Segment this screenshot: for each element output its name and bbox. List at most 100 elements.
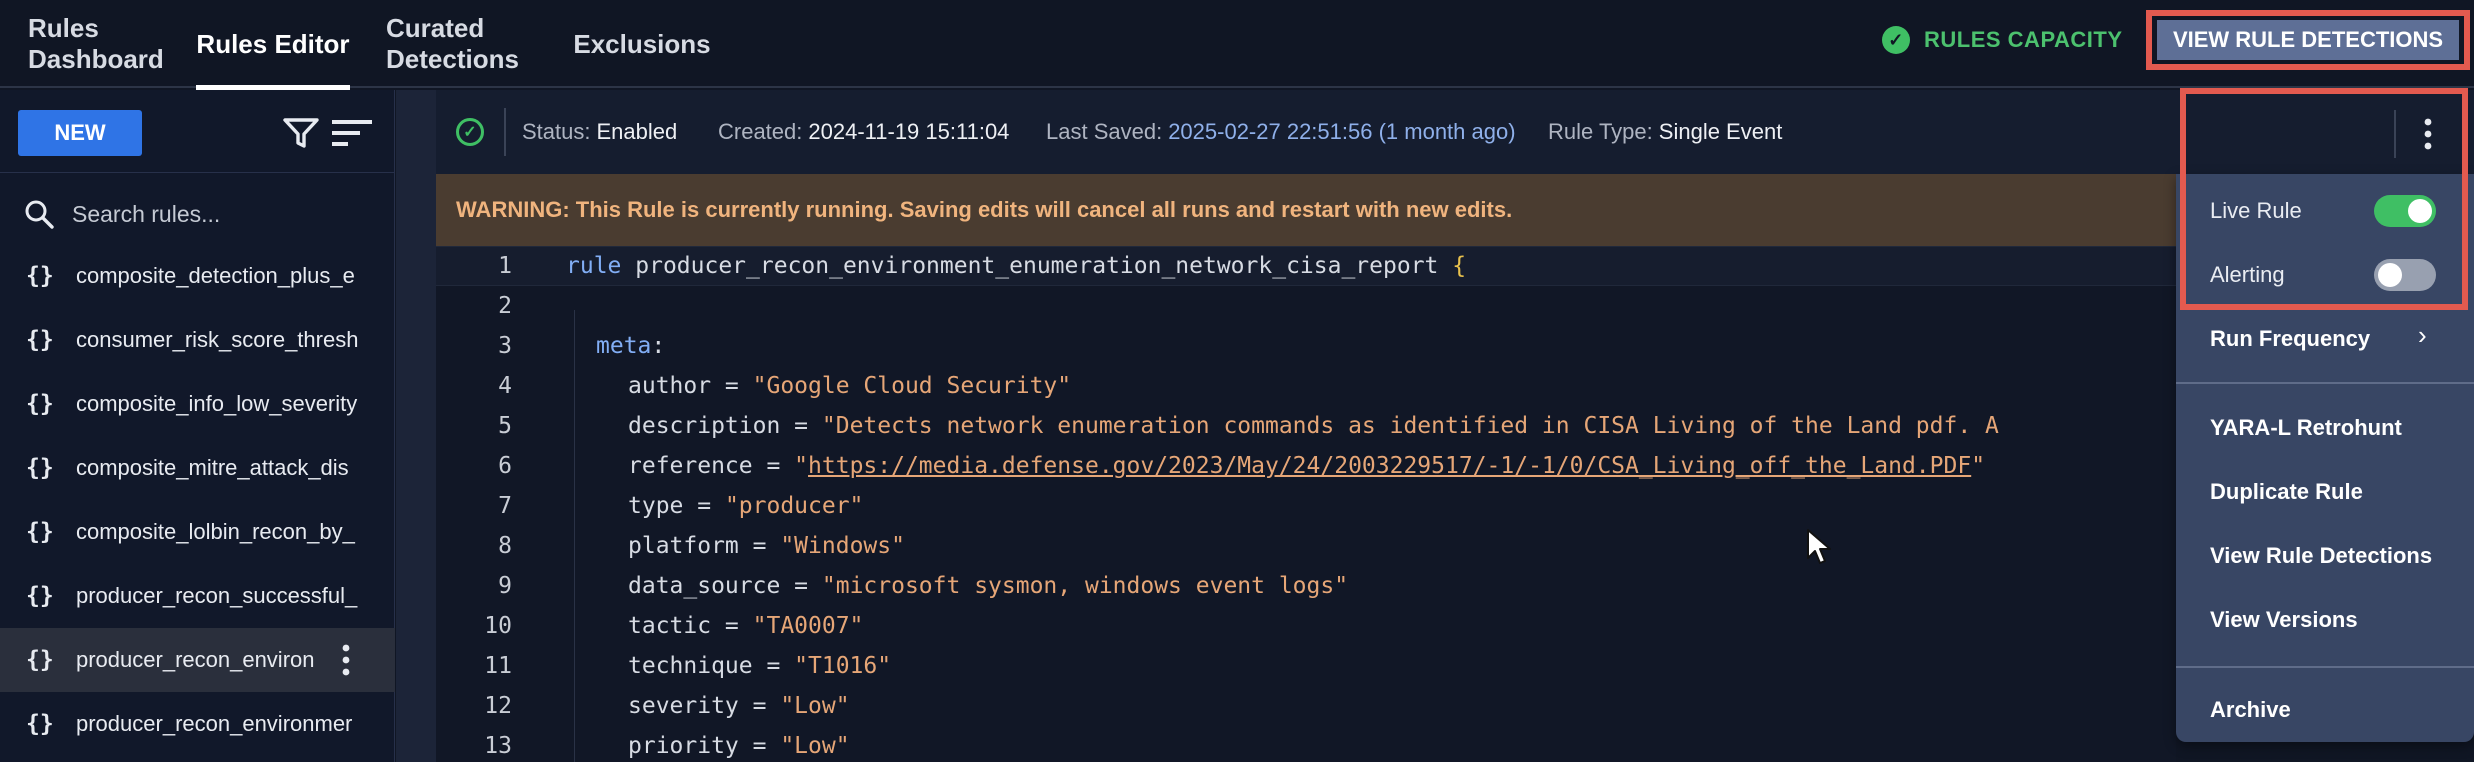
braces-icon: {}	[26, 327, 54, 353]
divider	[0, 172, 395, 173]
code-line: 4 author = "Google Cloud Security"	[436, 366, 2176, 406]
rule-name: composite_info_low_severity	[76, 391, 358, 416]
rule-list-item[interactable]: {} producer_recon_environmer	[0, 692, 395, 756]
code-line: 10 tactic = "TA0007"	[436, 606, 2176, 646]
meta-key: severity =	[628, 693, 781, 719]
duplicate-rule-item[interactable]: Duplicate Rule	[2176, 462, 2474, 522]
running-warning-banner: WARNING: This Rule is currently running.…	[436, 174, 2176, 246]
braces-icon: {}	[26, 647, 54, 673]
last-saved-label: Last Saved:	[1046, 119, 1163, 144]
code-line: 13 priority = "Low"	[436, 726, 2176, 762]
search-row	[0, 174, 395, 254]
run-frequency-label: Run Frequency	[2210, 326, 2371, 351]
rule-list-item[interactable]: {} composite_info_low_severity	[0, 372, 395, 436]
more-options-icon[interactable]	[336, 642, 356, 678]
menu-item-label: View Rule Detections	[2210, 543, 2433, 568]
chevron-right-icon: ›	[2418, 320, 2427, 350]
reference-link[interactable]: https://media.defense.gov/2023/May/24/20…	[808, 453, 1971, 479]
line-number: 1	[498, 253, 512, 279]
tab-curated-detections[interactable]: Curated Detections	[386, 0, 538, 88]
tab-exclusions[interactable]: Exclusions	[573, 0, 710, 88]
menu-item-label: View Versions	[2210, 607, 2358, 632]
run-frequency-item[interactable]: Run Frequency	[2176, 309, 2474, 369]
tab-label: Curated Detections	[386, 13, 519, 74]
rule-name: producer_recon_environ	[76, 647, 315, 672]
created-field: Created: 2024-11-19 15:11:04	[718, 90, 1009, 174]
status-label: Status:	[522, 119, 591, 144]
view-rule-detections-button[interactable]: VIEW RULE DETECTIONS	[2157, 20, 2459, 60]
line-number: 8	[498, 533, 512, 559]
rule-name: composite_mitre_attack_dis	[76, 455, 349, 480]
code-line: 11 technique = "T1016"	[436, 646, 2176, 686]
rule-name: producer_recon_environmer	[76, 711, 353, 736]
meta-value: "Low"	[780, 693, 850, 719]
live-rule-toggle[interactable]	[2374, 195, 2436, 227]
rule-list-item[interactable]: {} composite_lolbin_recon_by_	[0, 500, 395, 564]
braces-icon: {}	[26, 711, 54, 737]
rules-capacity[interactable]: ✓ RULES CAPACITY	[1882, 0, 2123, 80]
rule-list-item[interactable]: {} consumer_risk_score_thresh	[0, 308, 395, 372]
sort-icon[interactable]	[330, 116, 374, 150]
rule-list-item[interactable]: {} composite_detection_plus_e	[0, 244, 395, 308]
rule-list-item[interactable]: {} producer_recon_successful_	[0, 564, 395, 628]
code-line: 9 data_source = "microsoft sysmon, windo…	[436, 566, 2176, 606]
meta-key: data_source =	[628, 573, 822, 599]
view-rule-detections-item[interactable]: View Rule Detections	[2176, 526, 2474, 586]
alerting-label: Alerting	[2210, 262, 2285, 287]
menu-item-label: Archive	[2210, 697, 2291, 722]
mouse-cursor-icon	[1807, 529, 1831, 564]
meta-value: "T1016"	[794, 653, 892, 679]
line-number: 4	[498, 373, 512, 399]
code-line: 2	[436, 286, 2176, 326]
braces-icon: {}	[26, 455, 54, 481]
search-input[interactable]	[72, 200, 382, 228]
more-options-icon[interactable]	[2420, 116, 2436, 152]
rules-sidebar: NEW {} composite_detection_plus_e {} con…	[0, 90, 395, 762]
meta-key: description =	[628, 413, 822, 439]
rule-type-field: Rule Type: Single Event	[1548, 90, 1782, 174]
meta-value: "Windows"	[780, 533, 905, 559]
meta-colon: :	[651, 333, 666, 359]
meta-value: "TA0007"	[752, 613, 864, 639]
tab-rules-dashboard[interactable]: Rules Dashboard	[28, 0, 168, 88]
quote: "	[794, 453, 809, 479]
rule-name: composite_detection_plus_e	[76, 263, 355, 288]
rule-type-label: Rule Type:	[1548, 119, 1653, 144]
archive-item[interactable]: Archive	[2176, 680, 2474, 740]
line-number: 3	[498, 333, 512, 359]
sidebar-resize-strip[interactable]	[396, 90, 436, 762]
tab-rules-editor[interactable]: Rules Editor	[196, 0, 350, 90]
created-label: Created:	[718, 119, 803, 144]
filter-icon[interactable]	[282, 116, 320, 150]
last-saved-value: 2025-02-27 22:51:56 (1 month ago)	[1168, 119, 1516, 144]
rule-name: consumer_risk_score_thresh	[76, 327, 359, 352]
tab-label: Rules Dashboard	[28, 13, 164, 74]
meta-key: priority =	[628, 733, 781, 759]
line-number: 12	[484, 693, 512, 719]
rule-status-bar: ✓ Status: Enabled Created: 2024-11-19 15…	[436, 90, 2176, 174]
code-line: 8 platform = "Windows"	[436, 526, 2176, 566]
rule-type-value: Single Event	[1658, 119, 1783, 144]
alerting-toggle[interactable]	[2374, 259, 2436, 291]
line-number: 11	[484, 653, 512, 679]
meta-key: type =	[628, 493, 725, 519]
view-versions-item[interactable]: View Versions	[2176, 590, 2474, 650]
tab-label: Exclusions	[573, 28, 711, 59]
new-rule-button[interactable]: NEW	[18, 110, 142, 156]
rule-list-item[interactable]: {} composite_mitre_attack_dis	[0, 436, 395, 500]
yara-l-retrohunt-item[interactable]: YARA-L Retrohunt	[2176, 398, 2474, 458]
toggle-knob	[2378, 263, 2402, 287]
meta-value: "producer"	[724, 493, 864, 519]
rule-list-item-selected[interactable]: {} producer_recon_environ	[0, 628, 395, 692]
braces-icon: {}	[26, 519, 54, 545]
code-editor[interactable]: 1 rule producer_recon_environment_enumer…	[436, 246, 2176, 762]
meta-key: reference =	[628, 453, 795, 479]
toggle-knob	[2408, 199, 2432, 223]
rule-keyword: rule	[566, 253, 622, 279]
code-line: 6 reference = "https://media.defense.gov…	[436, 446, 2176, 486]
check-circle-icon: ✓	[1882, 26, 1910, 54]
last-saved-field: Last Saved: 2025-02-27 22:51:56 (1 month…	[1046, 90, 1516, 174]
meta-key: author =	[628, 373, 753, 399]
rules-capacity-label: RULES CAPACITY	[1924, 27, 2123, 52]
code-line: 12 severity = "Low"	[436, 686, 2176, 726]
